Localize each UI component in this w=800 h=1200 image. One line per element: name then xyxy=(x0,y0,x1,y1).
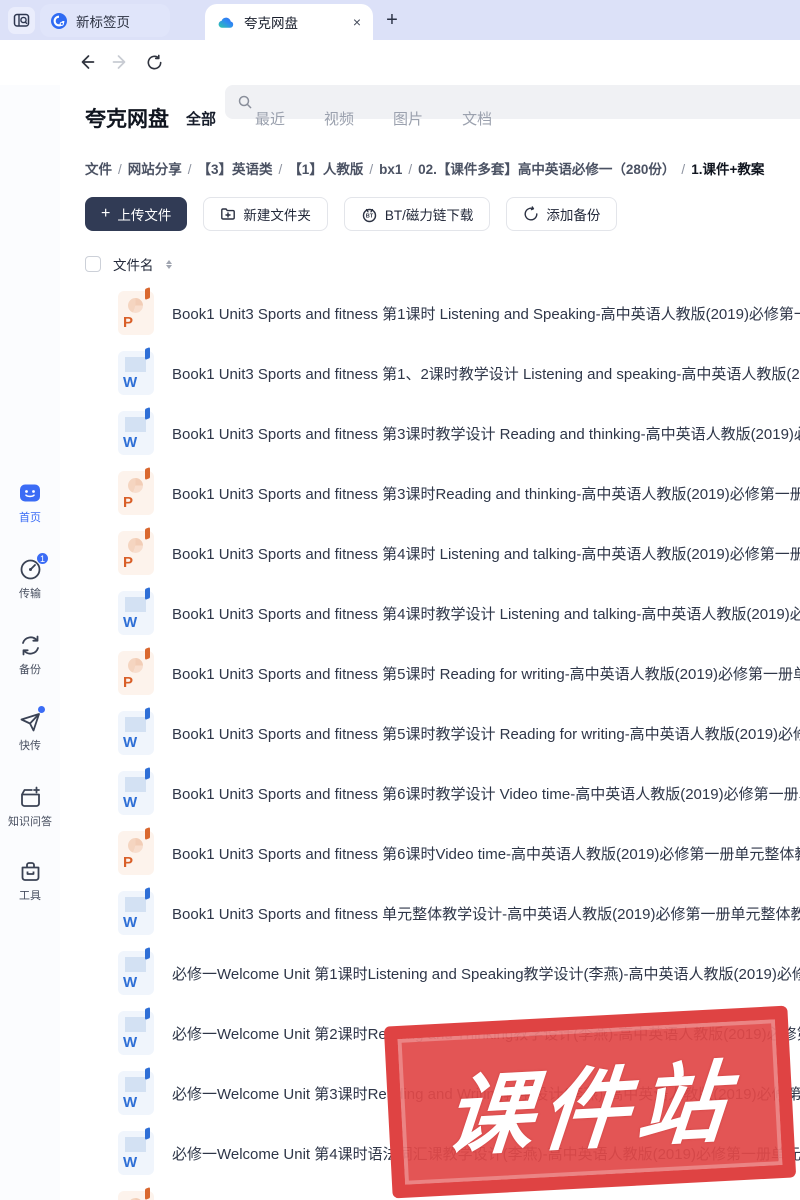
new-tab-button[interactable]: + xyxy=(380,8,404,32)
watermark-stamp: 课件站 xyxy=(383,1005,797,1199)
word-file-icon: W xyxy=(118,707,154,755)
upload-file-label: 上传文件 xyxy=(117,208,172,223)
toolbar: + 上传文件 新建文件夹 BT BT/磁力链下载 添加备份 xyxy=(85,197,618,231)
tab-search-icon xyxy=(13,12,30,29)
breadcrumb-separator: / xyxy=(187,162,192,177)
browser-nav-bar xyxy=(0,40,800,119)
table-row[interactable]: P Book1 Unit3 Sports and fitness 第1课时 Lis… xyxy=(0,283,800,343)
breadcrumb-item-0[interactable]: 文件 xyxy=(85,162,112,177)
file-name: 必修一Welcome Unit 第1课时Listening and Speaki… xyxy=(172,965,800,983)
powerpoint-file-icon: P xyxy=(118,467,154,515)
quark-browser-logo-icon xyxy=(50,12,68,30)
folder-plus-icon xyxy=(220,206,236,222)
table-row[interactable]: P Book1 Unit3 Sports and fitness 第5课时 Rea… xyxy=(0,643,800,703)
tab-search-button[interactable] xyxy=(8,7,35,34)
breadcrumb-separator: / xyxy=(681,162,686,177)
table-row[interactable]: W Book1 Unit3 Sports and fitness 第6课时教学设计… xyxy=(0,763,800,823)
tab-filter-1[interactable]: 最近 xyxy=(255,108,285,129)
tab-filter-0[interactable]: 全部 xyxy=(186,108,216,129)
table-row[interactable]: W Book1 Unit3 Sports and fitness 第5课时教学设计… xyxy=(0,703,800,763)
file-name: Book1 Unit3 Sports and fitness 单元整体教学设计-… xyxy=(172,905,800,923)
breadcrumb-item-2[interactable]: 【3】英语类 xyxy=(198,162,273,177)
browser-tab-quark-drive[interactable]: 夸克网盘 × xyxy=(205,4,373,40)
add-backup-button[interactable]: 添加备份 xyxy=(506,197,618,231)
word-file-icon: W xyxy=(118,1007,154,1055)
table-row[interactable]: W Book1 Unit3 Sports and fitness 第1、2课时教学… xyxy=(0,343,800,403)
bt-magnet-download-button[interactable]: BT BT/磁力链下载 xyxy=(343,197,491,231)
word-file-icon: W xyxy=(118,1127,154,1175)
file-name: Book1 Unit3 Sports and fitness 第6课时Video… xyxy=(172,845,800,863)
word-file-icon: W xyxy=(118,1067,154,1115)
word-file-icon: W xyxy=(118,767,154,815)
breadcrumb-separator: / xyxy=(408,162,413,177)
table-row[interactable]: W Book1 Unit3 Sports and fitness 单元整体教学设计… xyxy=(0,883,800,943)
table-row[interactable]: W Book1 Unit3 Sports and fitness 第4课时教学设计… xyxy=(0,583,800,643)
tab-label: 夸克网盘 xyxy=(244,16,298,31)
browser-tab-newtab[interactable]: 新标签页 xyxy=(40,4,170,37)
powerpoint-file-icon: P xyxy=(118,287,154,335)
word-file-icon: W xyxy=(118,947,154,995)
tab-filter-2[interactable]: 视频 xyxy=(324,108,354,129)
table-row[interactable]: W 必修一Welcome Unit 第1课时Listening and Speak… xyxy=(0,943,800,1003)
file-name: Book1 Unit3 Sports and fitness 第4课时教学设计 … xyxy=(172,605,800,623)
list-header: 文件名 xyxy=(85,254,172,274)
table-row[interactable]: P Book1 Unit3 Sports and fitness 第3课时Read… xyxy=(0,463,800,523)
breadcrumb-item-1[interactable]: 网站分享 xyxy=(128,162,182,177)
file-name: Book1 Unit3 Sports and fitness 第5课时教学设计 … xyxy=(172,725,800,743)
browser-tab-bar: 新标签页 夸克网盘 × + xyxy=(0,0,800,40)
breadcrumb-item-6[interactable]: 1.课件+教案 xyxy=(691,162,764,177)
file-name: Book1 Unit3 Sports and fitness 第4课时 List… xyxy=(172,545,800,563)
back-button[interactable] xyxy=(75,51,97,73)
powerpoint-file-icon: P xyxy=(118,647,154,695)
tab-filter-3[interactable]: 图片 xyxy=(393,108,423,129)
breadcrumb-item-4[interactable]: bx1 xyxy=(379,162,402,177)
table-row[interactable]: P Book1 Unit3 Sports and fitness 第4课时 Lis… xyxy=(0,523,800,583)
sort-icon[interactable] xyxy=(165,259,172,269)
plus-icon: + xyxy=(101,205,111,222)
word-file-icon: W xyxy=(118,587,154,635)
upload-file-button[interactable]: + 上传文件 xyxy=(85,197,188,231)
svg-text:BT: BT xyxy=(366,213,374,219)
new-folder-label: 新建文件夹 xyxy=(243,208,311,223)
tab-label: 新标签页 xyxy=(76,14,130,30)
breadcrumb-separator: / xyxy=(369,162,374,177)
word-file-icon: W xyxy=(118,887,154,935)
breadcrumb: 文件 / 网站分享 / 【3】英语类 / 【1】人教版 / bx1 / 02.【课件多套】高中英语必… xyxy=(85,158,800,178)
tab-filter-4[interactable]: 文档 xyxy=(462,108,492,129)
select-all-checkbox[interactable] xyxy=(85,256,101,272)
breadcrumb-item-3[interactable]: 【1】人教版 xyxy=(288,162,363,177)
file-name: Book1 Unit3 Sports and fitness 第1、2课时教学设… xyxy=(172,365,800,383)
file-name: Book1 Unit3 Sports and fitness 第6课时教学设计 … xyxy=(172,785,800,803)
powerpoint-file-icon: P xyxy=(118,1187,154,1200)
breadcrumb-separator: / xyxy=(278,162,283,177)
new-folder-button[interactable]: 新建文件夹 xyxy=(203,197,328,231)
add-backup-label: 添加备份 xyxy=(546,208,601,223)
breadcrumb-separator: / xyxy=(118,162,122,177)
refresh-button[interactable] xyxy=(143,51,165,73)
table-row[interactable]: P Book1 Unit3 Sports and fitness 第6课时Vide… xyxy=(0,823,800,883)
forward-button[interactable] xyxy=(110,51,132,73)
breadcrumb-item-5[interactable]: 02.【课件多套】高中英语必修一（280份） xyxy=(418,162,675,177)
page-title: 夸克网盘 xyxy=(85,108,169,131)
watermark-text: 课件站 xyxy=(441,1051,738,1167)
word-file-icon: W xyxy=(118,347,154,395)
backup-circle-icon xyxy=(523,206,539,222)
quark-drive-page: 新标签页 夸克网盘 × + 首页 1 传输 备份 快传 知识问答 工具 夸克网盘… xyxy=(0,0,800,1200)
file-name: Book1 Unit3 Sports and fitness 第5课时 Read… xyxy=(172,665,800,683)
file-name: Book1 Unit3 Sports and fitness 第3课时教学设计 … xyxy=(172,425,800,443)
view-tabs: 全部 最近 视频 图片 文档 xyxy=(186,108,492,129)
powerpoint-file-icon: P xyxy=(118,527,154,575)
bt-download-icon: BT xyxy=(361,206,378,223)
filename-column-header: 文件名 xyxy=(113,258,154,273)
tab-close-icon[interactable]: × xyxy=(353,14,361,30)
powerpoint-file-icon: P xyxy=(118,827,154,875)
file-name: Book1 Unit3 Sports and fitness 第1课时 List… xyxy=(172,305,800,323)
quark-drive-logo-icon xyxy=(217,13,236,32)
word-file-icon: W xyxy=(118,407,154,455)
table-row[interactable]: W Book1 Unit3 Sports and fitness 第3课时教学设计… xyxy=(0,403,800,463)
file-name: Book1 Unit3 Sports and fitness 第3课时Readi… xyxy=(172,485,800,503)
bt-download-label: BT/磁力链下载 xyxy=(384,208,474,223)
